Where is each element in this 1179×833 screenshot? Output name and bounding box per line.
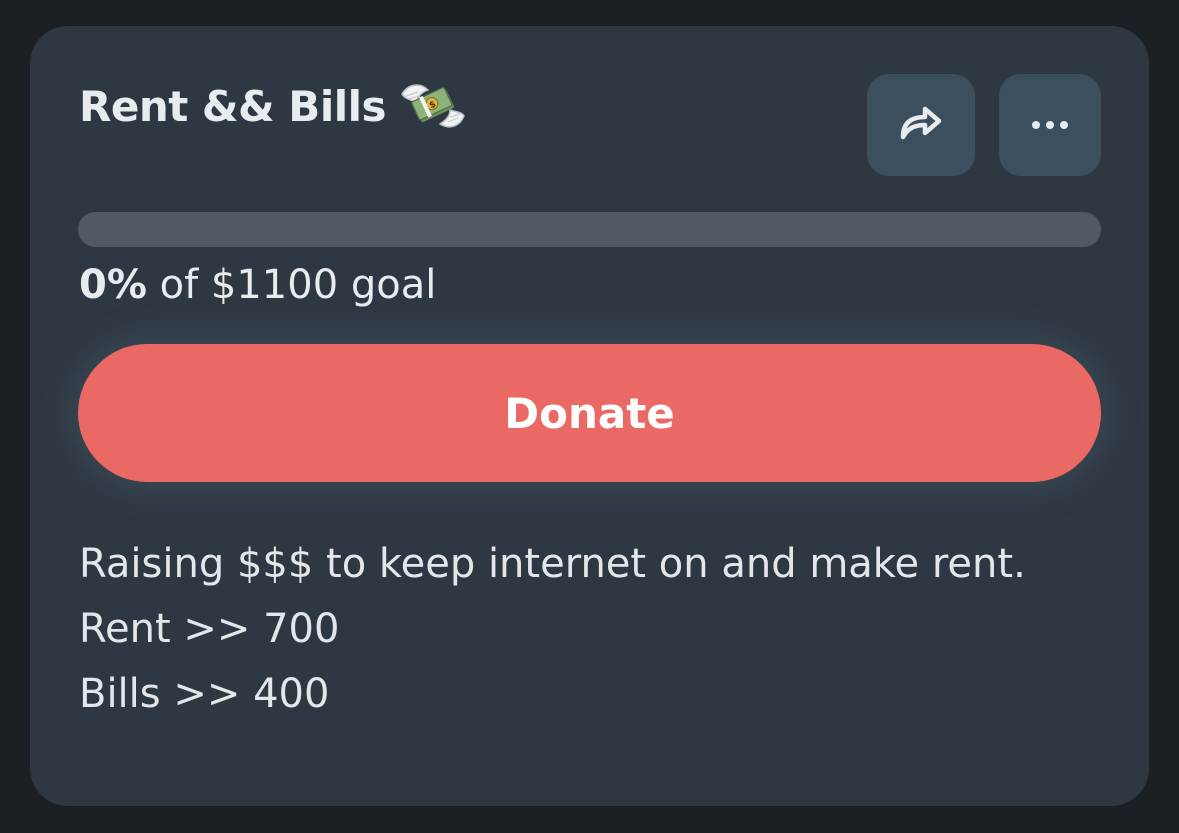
description-line: Rent >> 700 [79,606,340,652]
share-arrow-icon [897,103,945,147]
goal-amount: of $1100 goal [159,262,437,308]
donate-button[interactable]: Donate [78,344,1101,482]
goal-percent: 0% [79,262,147,308]
card-title: Rent && Bills [79,81,387,131]
money-with-wings-icon: $ [398,76,468,136]
description-line: Raising $$$ to keep internet on and make… [79,541,1026,587]
more-options-button[interactable] [999,74,1101,176]
progress-bar [78,212,1101,247]
share-button[interactable] [867,74,975,176]
fundraiser-description: Raising $$$ to keep internet on and make… [79,532,1026,727]
goal-progress-text: 0% of $1100 goal [79,262,436,308]
fundraiser-card: Rent && Bills $ 0% of $1100 goal Donate … [30,26,1149,806]
more-dots-icon [1030,116,1070,135]
card-title-row: Rent && Bills $ [79,76,468,136]
description-line: Bills >> 400 [79,671,330,717]
